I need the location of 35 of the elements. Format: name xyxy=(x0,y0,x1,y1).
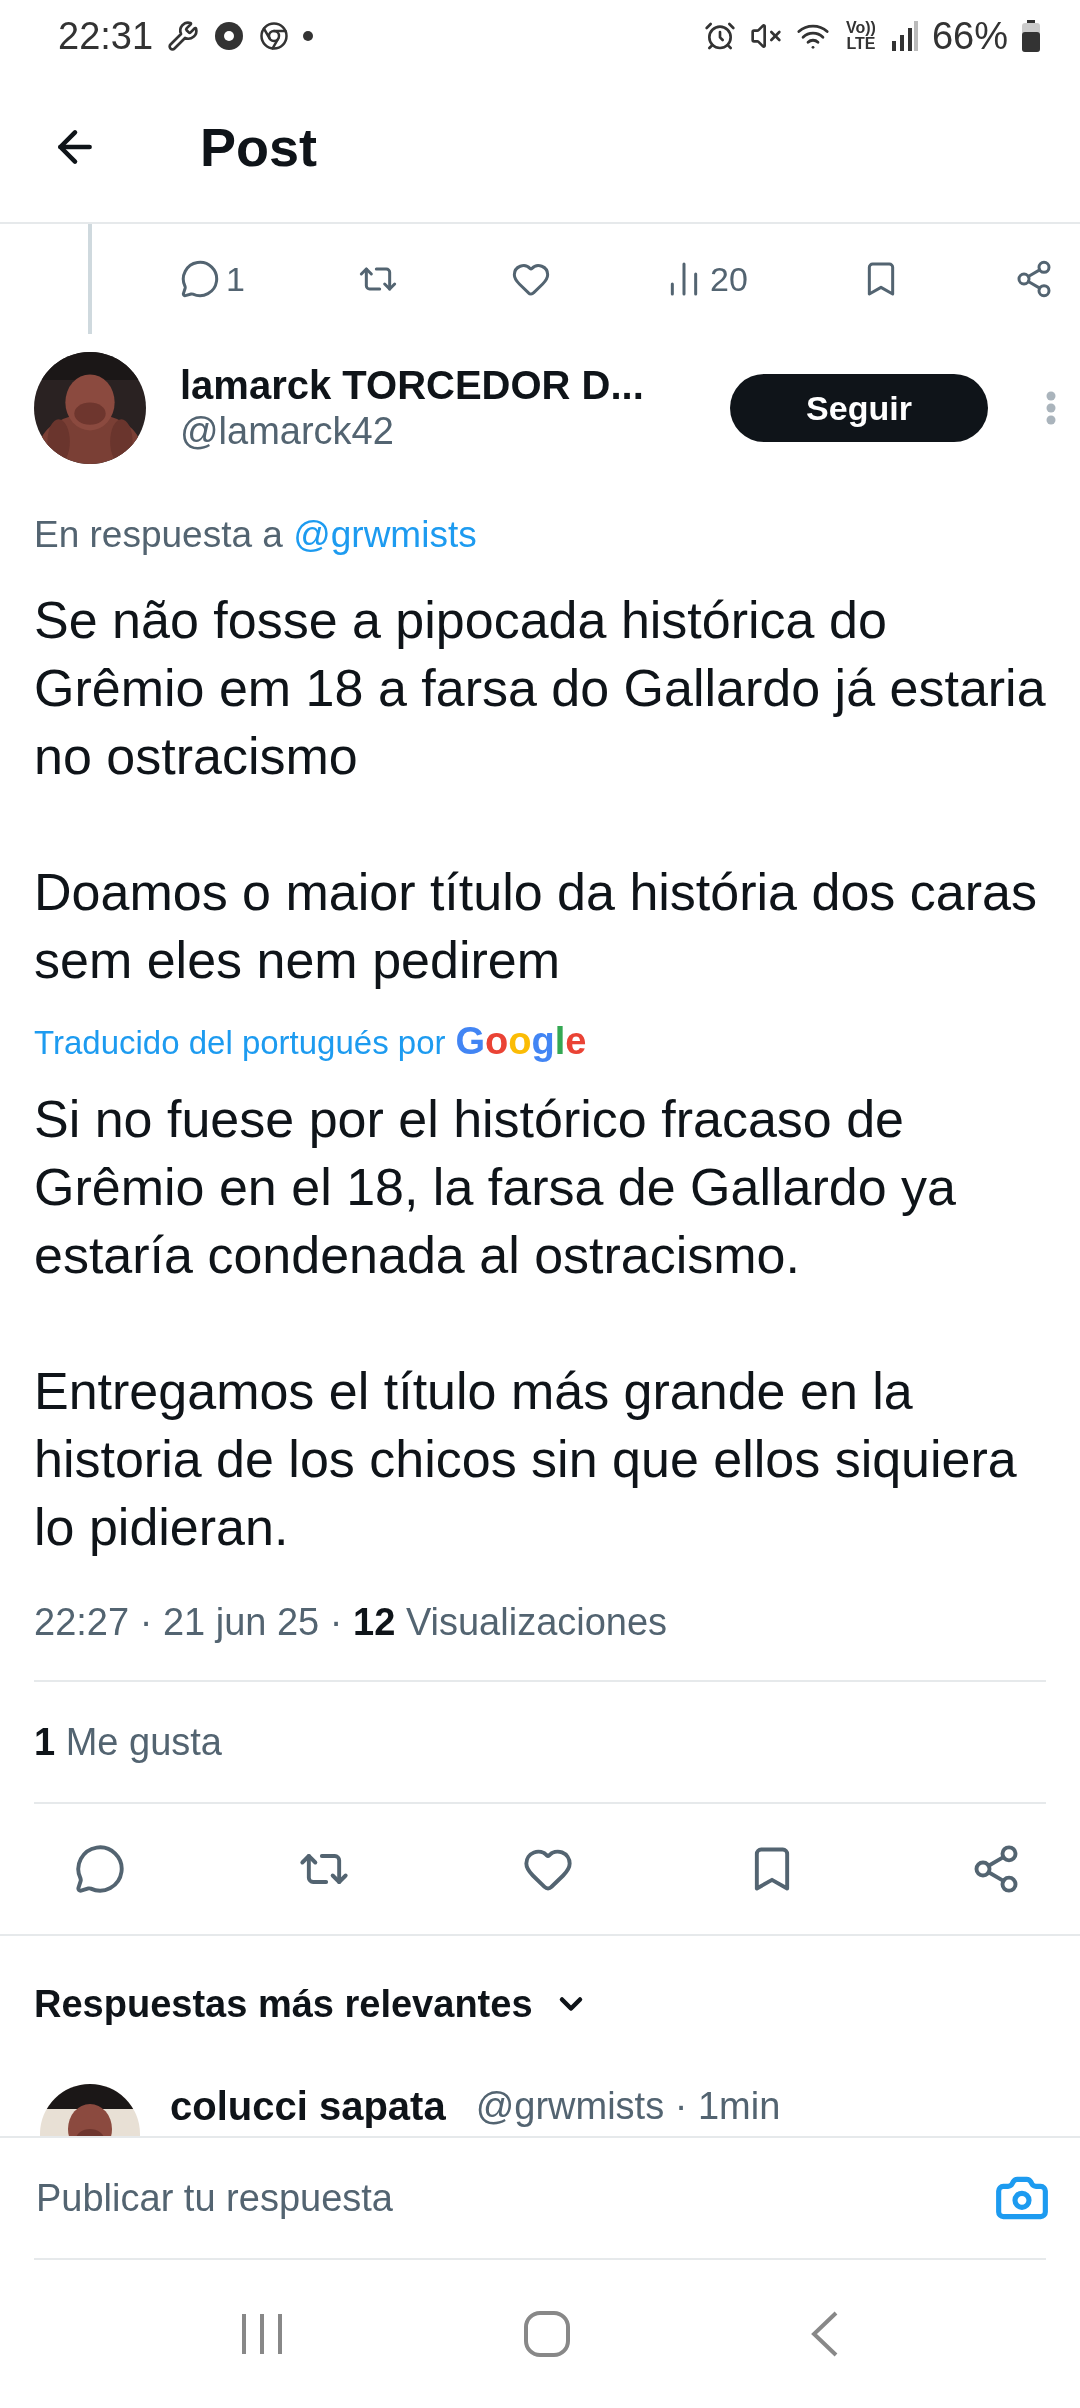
post-meta: 22:27 · 21 jun 25 · 12 Visualizaciones xyxy=(34,1601,669,1644)
browser-icon xyxy=(259,21,290,51)
post-text: Doamos o maior título da história dos caras sem eles nem pedirem xyxy=(34,862,1038,991)
translation-label: Traducido del portugués por xyxy=(34,1024,446,1062)
wrench-icon xyxy=(167,20,200,52)
views-button[interactable]: 20 xyxy=(664,259,748,299)
page-title: Post xyxy=(200,116,318,178)
network-label: Vo)) LTE xyxy=(844,20,877,52)
signal-icon xyxy=(891,21,918,51)
battery-level: 66% xyxy=(931,14,1008,58)
author-handle: @lamarck42 xyxy=(180,410,395,453)
recent-apps-icon[interactable] xyxy=(240,2312,283,2356)
reply-meta: @grwmists · 1min xyxy=(475,2084,782,2128)
reply-icon xyxy=(74,1843,126,1895)
translated-text: Si no fuese por el histórico fracaso de Grêmio en el 18, la farsa de Gallardo ya estaría condenada al ostracismo. xyxy=(34,1089,958,1286)
reply-button[interactable]: 1 xyxy=(180,259,245,299)
battery-icon xyxy=(1022,20,1040,52)
section-title: Respuestas más relevantes xyxy=(34,1982,533,2026)
author-name: lamarck TORCEDOR D... xyxy=(180,363,645,408)
likes-count: 1 Me gusta xyxy=(33,1719,223,1765)
follow-button[interactable]: Seguir xyxy=(730,374,988,442)
more-icon xyxy=(1046,391,1056,425)
reply-context: En respuesta a @grwmists xyxy=(34,514,478,556)
ball-icon xyxy=(213,20,246,52)
reply-button[interactable] xyxy=(74,1843,126,1895)
clock-time: 22:31 xyxy=(58,14,154,58)
dot-icon xyxy=(303,31,314,41)
translated-text: Entregamos el título más grande en la historia de los chicos sin que ellos siquiera lo pidieran. xyxy=(34,1361,1018,1558)
home-icon[interactable] xyxy=(524,2311,570,2357)
post-text: Se não fosse a pipocada histórica do Grêmio em 18 a farsa do Gallardo já estaria no ostracismo xyxy=(34,590,1046,787)
reply-author-name: colucci sapata xyxy=(170,2083,446,2129)
back-icon[interactable] xyxy=(811,2311,840,2357)
alarm-icon xyxy=(703,20,736,52)
translation-provider: Google xyxy=(455,1020,587,1063)
reply-icon xyxy=(180,259,220,299)
